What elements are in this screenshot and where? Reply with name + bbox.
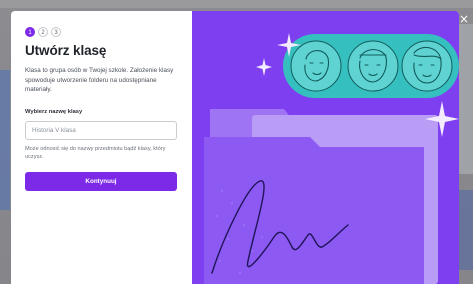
illustration	[204, 33, 459, 284]
folder-front	[204, 137, 424, 284]
dialog-form-panel: 1 2 3 Utwórz klasę Klasa to grupa osób w…	[11, 11, 192, 284]
class-name-label: Wybierz nazwę klasy	[25, 108, 83, 115]
create-class-dialog: 1 2 3 Utwórz klasę Klasa to grupa osób w…	[11, 11, 459, 284]
close-icon[interactable]: ×	[458, 13, 470, 25]
background-right-panel	[457, 24, 473, 174]
step-1: 1	[25, 27, 35, 37]
class-name-input[interactable]	[25, 120, 177, 140]
class-name-hint: Może odnosić się do nazwy przedmiotu bąd…	[25, 145, 166, 161]
dialog-title: Utwórz klasę	[25, 43, 107, 58]
continue-button[interactable]: Kontynuuj	[25, 171, 177, 191]
step-3: 3	[51, 27, 61, 37]
step-2: 2	[38, 27, 48, 37]
background-sidebar-sliver	[0, 70, 10, 210]
step-indicator: 1 2 3	[25, 27, 178, 37]
illustration-panel	[192, 11, 459, 284]
dialog-description: Klasa to grupa osób w Twojej szkole. Zał…	[25, 67, 174, 94]
